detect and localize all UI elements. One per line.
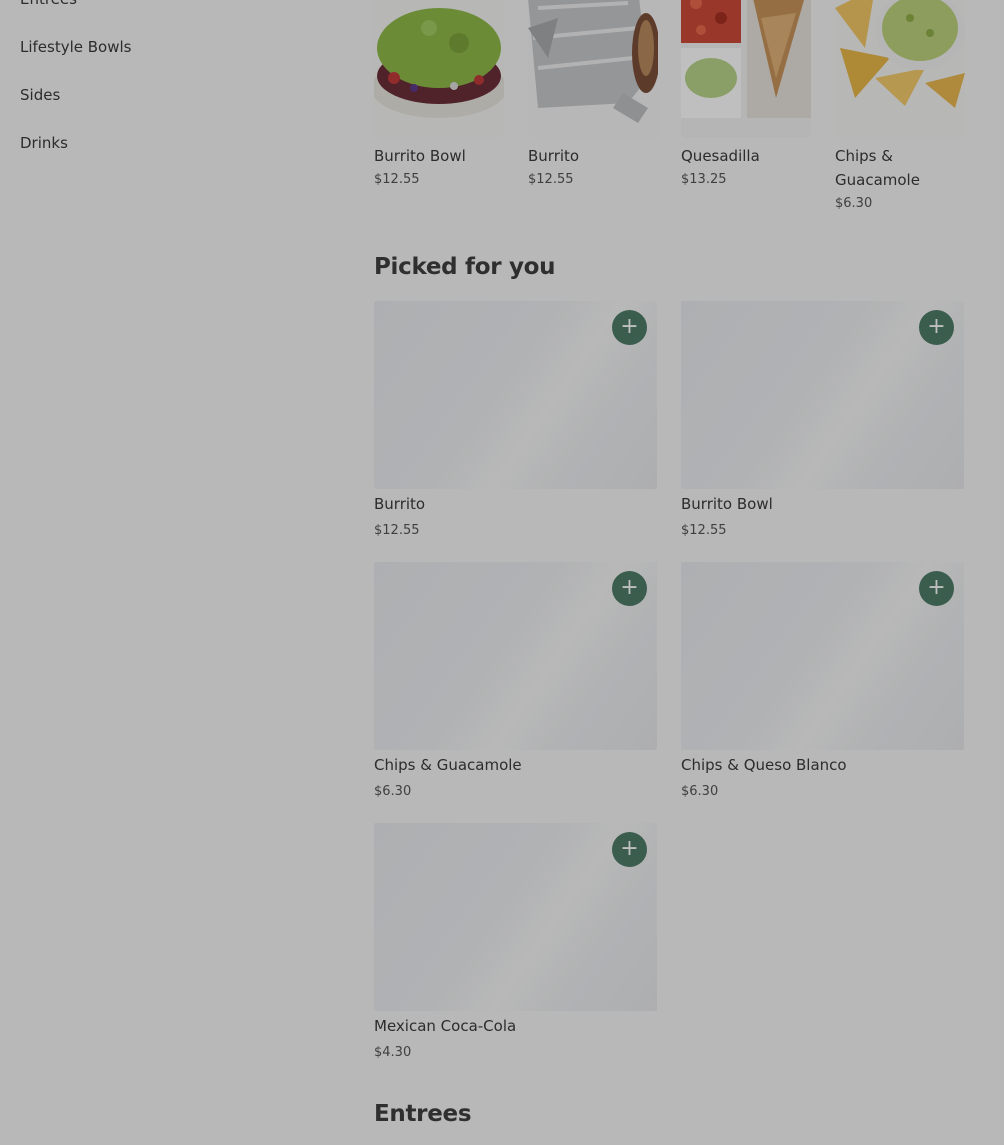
modal-backdrop-overlay[interactable]: [0, 0, 1004, 1145]
